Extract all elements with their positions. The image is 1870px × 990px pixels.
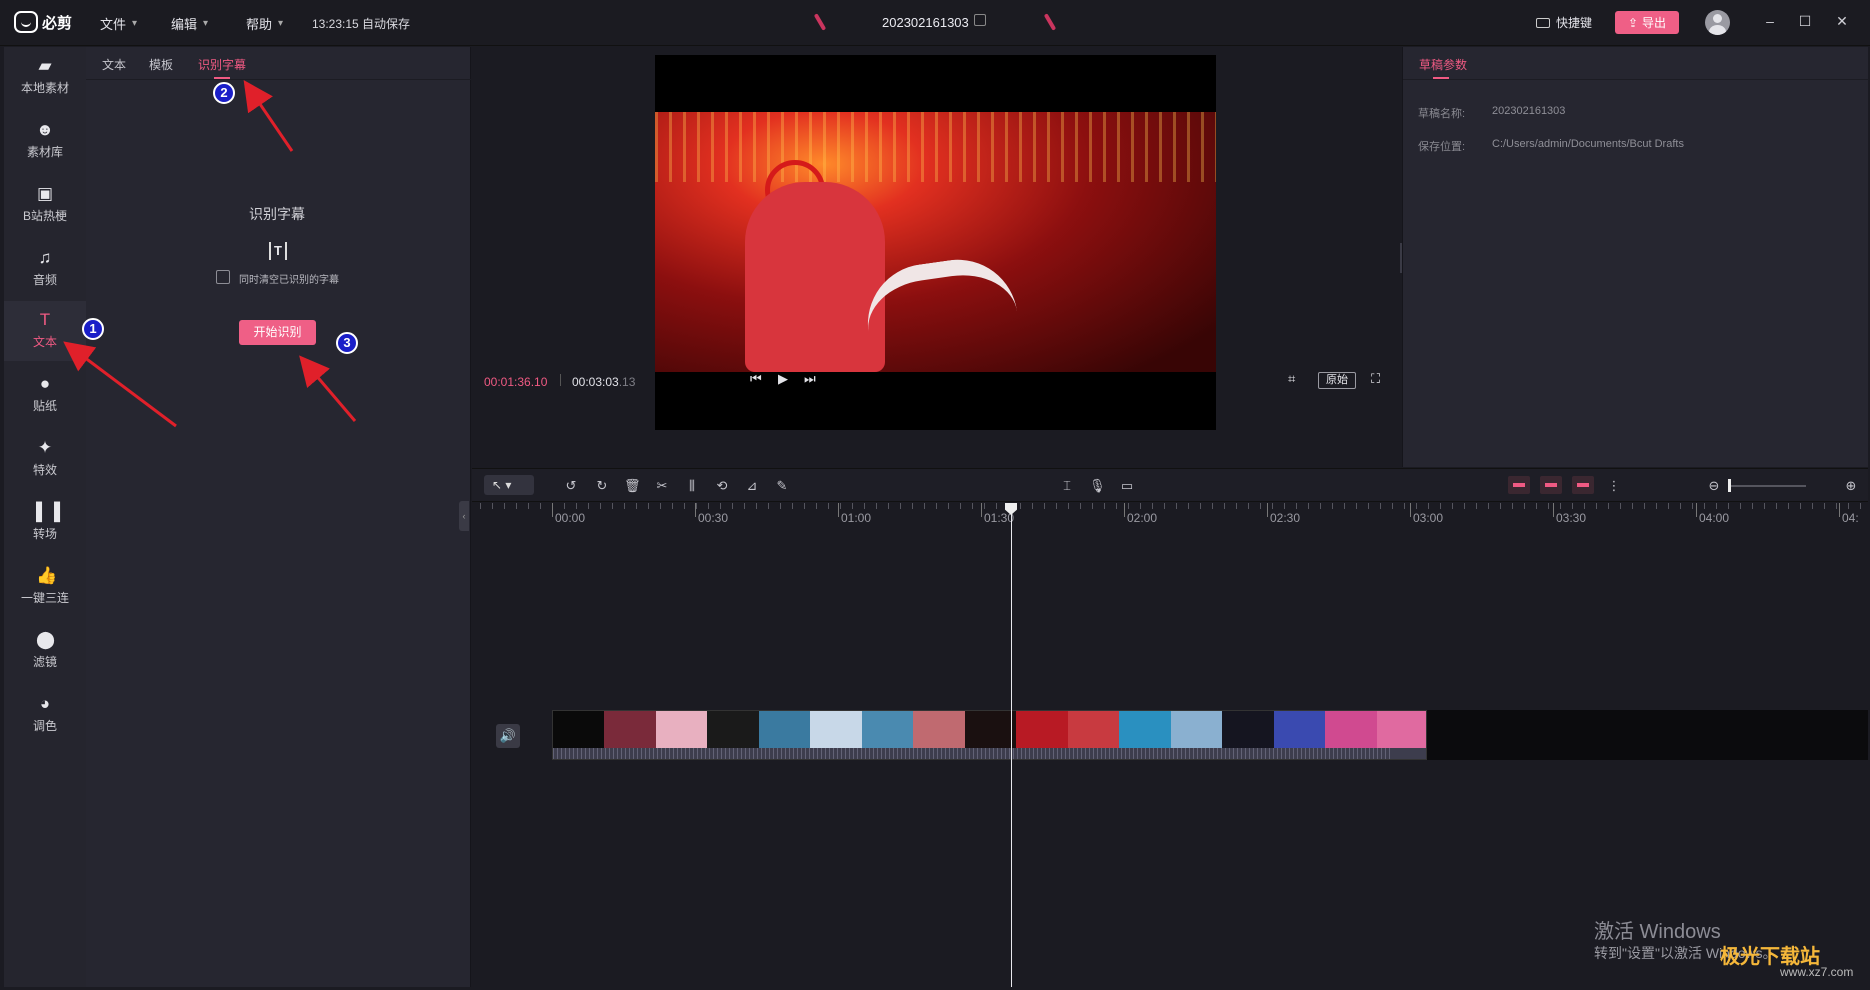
windows-activation-title: 激活 Windows xyxy=(1594,921,1721,943)
annotation-arrows xyxy=(63,80,357,428)
arrow-to-subtitle-tab xyxy=(243,80,294,152)
site-watermark-url: www.xz7.com xyxy=(1780,965,1854,979)
arrow-to-start-button xyxy=(299,355,357,422)
arrow-to-text-tab xyxy=(63,341,177,428)
